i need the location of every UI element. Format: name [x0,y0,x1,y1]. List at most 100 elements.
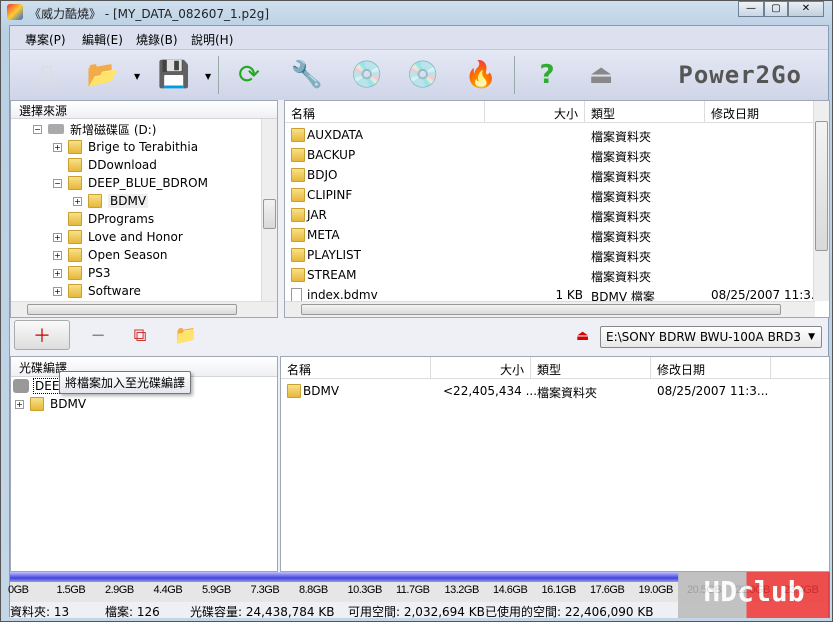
table-row[interactable]: BACKUP 檔案資料夾 [285,145,829,165]
tree-label: BDMV [108,194,149,208]
cell-date: 08/25/2007 11:3... [711,288,823,302]
burn-icon[interactable]: 🔥 [462,56,500,94]
maximize-button[interactable]: ▢ [764,1,788,17]
drive-select[interactable]: E:\SONY BDRW BWU-100A BRD3 ▼ [600,326,822,348]
tree-label: PS3 [88,266,111,280]
file-list-panel: 名稱 大小 類型 修改日期 AUXDATA 檔案資料夾 BACKUP 檔案資料夾… [284,100,830,318]
exit-icon[interactable]: ⏏ [582,56,620,94]
tree-item[interactable]: − DEEP_BLUE_BDROM [53,174,208,192]
table-row[interactable]: META 檔案資料夾 [285,225,829,245]
erase-disc-icon[interactable]: 💿 [348,56,386,94]
expand-icon[interactable]: + [53,268,62,278]
list-horizontal-scrollbar[interactable] [285,301,815,317]
table-row[interactable]: BDMV <22,405,434 ... 檔案資料夾 08/25/2007 11… [281,381,829,401]
disc-list-header: 名稱 大小 類型 修改日期 [281,357,829,379]
drive-icon [48,124,64,134]
capacity-tick-label: 13.2GB [444,584,480,596]
capacity-tick-label: 16.1GB [541,584,577,596]
save-dropdown-icon[interactable]: ▼ [205,72,211,81]
save-icon[interactable]: 💾 [155,56,193,94]
tree-item[interactable]: + BDMV [15,395,86,413]
expand-icon[interactable]: + [53,142,62,152]
tree-item[interactable]: DPrograms [68,210,154,228]
tree-item[interactable]: + Love and Honor [53,228,183,246]
expand-icon[interactable]: + [53,232,62,242]
eject-icon[interactable]: ⏏ [576,328,589,344]
tree-item[interactable]: + Software [53,282,141,300]
window-title: 《威力酷燒》 - [MY_DATA_082607_1.p2g] [29,7,270,21]
folder-icon [68,140,82,154]
tree-label: Software [88,284,141,298]
table-row[interactable]: AUXDATA 檔案資料夾 [285,125,829,145]
cell-size: 1 KB [555,288,583,302]
table-row[interactable]: STREAM 檔案資料夾 [285,265,829,285]
table-row[interactable]: BDJO 檔案資料夾 [285,165,829,185]
tree-label: Love and Honor [88,230,183,244]
column-date[interactable]: 修改日期 [651,357,771,379]
expand-icon[interactable]: + [53,250,62,260]
column-date[interactable]: 修改日期 [705,101,815,123]
status-files: 檔案: 126 [105,605,160,619]
capacity-tick-label: 17.6GB [590,584,625,596]
add-file-button[interactable]: ＋ [14,320,70,350]
folder-icon [30,397,44,411]
menu-burn[interactable]: 燒錄(B) [136,31,178,48]
new-project-icon[interactable]: ▯ [28,56,66,94]
new-folder-button[interactable]: 📁 [158,320,214,350]
tree-label: BDMV [50,397,87,411]
copy-disc-icon[interactable]: 💿 [404,56,442,94]
table-row[interactable]: CLIPINF 檔案資料夾 [285,185,829,205]
cell-type: 檔案資料夾 [537,386,598,400]
main-frame: 專案(P) 編輯(E) 燒錄(B) 說明(H) ▯ 📂 ▼ 💾 ▼ ⟳ 🔧 💿 … [8,25,833,619]
minimize-button[interactable]: — [738,1,764,17]
expand-icon[interactable]: + [53,286,62,296]
cell-type: 檔案資料夾 [591,210,652,224]
tree-item[interactable]: + Open Season [53,246,167,264]
table-row[interactable]: JAR 檔案資料夾 [285,205,829,225]
disc-drive-icon [13,379,29,393]
settings-tools-icon[interactable]: 🔧 [288,56,326,94]
tree-item[interactable]: DDownload [68,156,157,174]
collapse-icon[interactable]: − [53,178,62,188]
tree-horizontal-scrollbar[interactable] [11,301,277,317]
table-row[interactable]: PLAYLIST 檔案資料夾 [285,245,829,265]
expand-icon[interactable]: + [73,196,82,206]
menu-project[interactable]: 專案(P) [25,31,66,48]
cell-name: JAR [307,208,327,222]
folder-icon [68,248,82,262]
open-dropdown-icon[interactable]: ▼ [134,72,140,81]
column-name[interactable]: 名稱 [281,357,431,379]
column-type[interactable]: 類型 [585,101,705,123]
tree-item-drive[interactable]: − 新增磁碟區 (D:) [33,120,156,138]
tree-item[interactable]: + Brige to Terabithia [53,138,198,156]
refresh-icon[interactable]: ⟳ [230,56,268,94]
expand-icon[interactable]: + [15,399,24,409]
tree-vertical-scrollbar[interactable] [261,119,277,301]
cell-type: 檔案資料夾 [591,130,652,144]
cell-name: index.bdmv [307,288,378,302]
menu-help[interactable]: 說明(H) [191,31,233,48]
column-size[interactable]: 大小 [485,101,585,123]
tree-label: DPrograms [88,212,155,226]
collapse-icon[interactable]: − [33,124,42,134]
cell-name: STREAM [307,268,357,282]
list-vertical-scrollbar[interactable] [813,101,829,301]
cell-name: BACKUP [307,148,356,162]
column-name[interactable]: 名稱 [285,101,485,123]
column-size[interactable]: 大小 [431,357,531,379]
capacity-tick-label: 7.3GB [250,584,280,596]
cell-name: PLAYLIST [307,248,361,262]
cell-type: 檔案資料夾 [591,190,652,204]
tree-item-selected[interactable]: + BDMV [73,192,149,210]
close-button[interactable]: ✕ [788,1,824,17]
help-icon[interactable]: ? [528,56,566,94]
folder-open-icon [68,176,82,190]
open-folder-icon[interactable]: 📂 [84,56,122,94]
capacity-tick-label: 11.7GB [396,584,430,596]
menu-edit[interactable]: 編輯(E) [82,31,123,48]
column-type[interactable]: 類型 [531,357,651,379]
tree-item[interactable]: + PS3 [53,264,111,282]
folder-icon [68,230,82,244]
cell-type: 檔案資料夾 [591,250,652,264]
file-list-header: 名稱 大小 類型 修改日期 [285,101,829,123]
